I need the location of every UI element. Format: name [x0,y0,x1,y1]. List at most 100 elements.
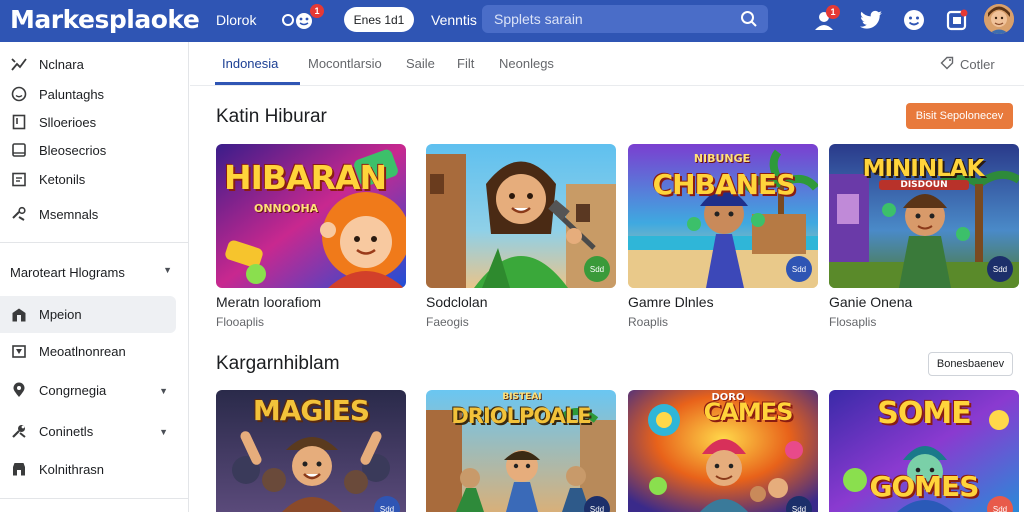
browse-more-button[interactable]: Bonesbaenev [928,352,1013,376]
sidebar-group-label: Maroteart Hlograms [10,264,125,280]
sidebar-item-slloerioes[interactable]: Slloerioes [0,107,176,137]
trend-icon [10,55,28,73]
chevron-down-icon: ▼ [159,427,168,437]
game-subtitle: Flosaplis [829,315,877,329]
game-card[interactable]: CAMES DORO Sdd [628,390,818,512]
sidebar-item-congrnegia[interactable]: Congrnegia ▼ [0,375,176,405]
shop-icon [10,460,28,478]
game-thumbnail: CHBANES NIBUNGE Sdd [628,144,818,288]
top-bar: Markesplaoke Dlorok 1 Enes 1d1 Venntis 1 [0,0,1024,42]
game-art-title: MININLAK [862,156,985,182]
game-thumbnail: SOME GOMES Sdd [829,390,1019,512]
section-title-katin-hiburar: Katin Hiburar [216,106,327,127]
game-tag-badge: Sdd [786,256,812,282]
game-thumbnail: CAMES DORO Sdd [628,390,818,512]
game-card[interactable]: SOME GOMES Sdd [829,390,1019,512]
game-subtitle: Flooaplis [216,315,265,329]
sidebar-item-coninetls[interactable]: Coninetls ▼ [0,416,176,446]
sidebar-item-label: Slloerioes [39,114,97,130]
game-art-subtitle: GOMES [869,470,980,503]
game-art-subtitle: ONNOOHA [254,202,319,215]
chevron-down-icon: ▼ [159,386,168,396]
messages-icon[interactable] [945,8,969,32]
game-subtitle: Faeogis [426,315,469,329]
search-input[interactable] [494,11,734,27]
sidebar-item-label: Mpeion [39,307,82,322]
game-art-subtitle: NIBUNGE [693,152,751,165]
game-card[interactable]: CHBANES NIBUNGE Sdd Gamre Dlnles Roaplis [628,144,818,334]
search-bar [482,5,768,33]
sidebar-divider [0,242,189,243]
game-title[interactable]: Gamre Dlnles [628,294,714,310]
sidebar-item-label: Congrnegia [39,382,107,398]
game-art-title: HIBARAN [224,158,387,197]
sidebar-item-label: Paluntaghs [39,86,105,102]
game-card[interactable]: MININLAK DISDOUN Sdd Ganie Onena Flosapl… [829,144,1019,334]
sidebar-item-meoatlnonrean[interactable]: Meoatlnonrean [0,336,176,366]
sidebar-item-label: Meoatlnonrean [39,343,126,359]
sidebar-item-label: Kolnithrasn [39,461,105,477]
tab-mocontlarsio[interactable]: Mocontlarsio [308,56,382,71]
twitter-icon[interactable] [859,9,883,31]
game-art-subtitle: BISTEAI [502,392,542,402]
store-icon [10,306,28,324]
game-tag-badge: Sdd [584,256,610,282]
game-title[interactable]: Meratn loorafiom [216,294,321,310]
nav-link-venntis[interactable]: Venntis [431,12,477,28]
sidebar-item-ketonils[interactable]: Ketonils [0,164,176,194]
bookmark-icon [10,113,28,131]
calendar-icon [10,170,28,188]
sidebar-divider [0,498,189,499]
nav-link-dlorok[interactable]: Dlorok [216,12,256,28]
game-thumbnail: DRIOLPOALE BISTEAI Sdd [426,390,616,512]
game-thumbnail: Sdd [426,144,616,288]
notification-icon[interactable]: 1 [813,5,840,32]
tab-saile[interactable]: Saile [406,56,435,71]
game-art-subtitle: DISDOUN [879,180,969,190]
game-thumbnail: MAGIES Sdd [216,390,406,512]
game-art-title: CHBANES [652,168,797,201]
sidebar-item-msemnals[interactable]: Msemnals [0,199,176,229]
pin-icon [10,381,28,399]
sidebar: Nclnara Paluntaghs Slloerioes Bleosecrio… [0,42,189,512]
see-more-button[interactable]: Bisit Sepolonecev [906,103,1013,129]
sidebar-item-paluntaghs[interactable]: Paluntaghs [0,79,176,109]
sidebar-item-mpeion[interactable]: Mpeion [0,296,176,333]
smile-icon [10,85,28,103]
game-title[interactable]: Ganie Onena [829,294,912,310]
box-icon [10,342,28,360]
app-logo[interactable]: Markesplaoke [10,5,200,34]
tab-cotler[interactable]: Cotler [940,56,995,73]
smiley-icon[interactable] [902,8,926,32]
people-icon[interactable]: 1 [280,4,324,31]
people-badge: 1 [310,4,324,18]
chevron-down-icon: ▼ [163,265,172,275]
game-subtitle: Roaplis [628,315,669,329]
sidebar-item-kolnithrasn[interactable]: Kolnithrasn [0,454,176,484]
game-thumbnail: HIBARAN ONNOOHA [216,144,406,288]
tab-indonesia[interactable]: Indonesia [222,56,278,71]
game-thumbnail: MININLAK DISDOUN Sdd [829,144,1019,288]
notification-badge: 1 [826,5,840,19]
game-card[interactable]: MAGIES Sdd [216,390,406,512]
game-card[interactable]: HIBARAN ONNOOHA Meratn loorafiom Flooapl… [216,144,406,334]
game-card[interactable]: Sdd Sodclolan Faeogis [426,144,616,334]
sidebar-item-label: Msemnals [39,206,99,222]
game-tag-badge: Sdd [987,256,1013,282]
pill-button[interactable]: Enes 1d1 [344,7,414,32]
game-art-title: MAGIES [252,394,370,427]
sidebar-item-label: Coninetls [39,423,94,439]
tab-neonlegs[interactable]: Neonlegs [499,56,554,71]
tab-filt[interactable]: Filt [457,56,474,71]
game-card[interactable]: DRIOLPOALE BISTEAI Sdd [426,390,616,512]
sidebar-item-bleosecrios[interactable]: Bleosecrios [0,135,176,165]
game-title[interactable]: Sodclolan [426,294,488,310]
game-art-subtitle: DORO [711,392,745,403]
search-icon[interactable] [740,10,758,33]
wrench-icon [10,422,28,440]
game-art-title: DRIOLPOALE [451,404,591,428]
tools-icon [10,205,28,223]
sidebar-group-header[interactable]: Maroteart Hlograms ▼ [0,257,180,287]
avatar[interactable] [984,4,1014,34]
sidebar-item-nclnara[interactable]: Nclnara [0,49,176,79]
